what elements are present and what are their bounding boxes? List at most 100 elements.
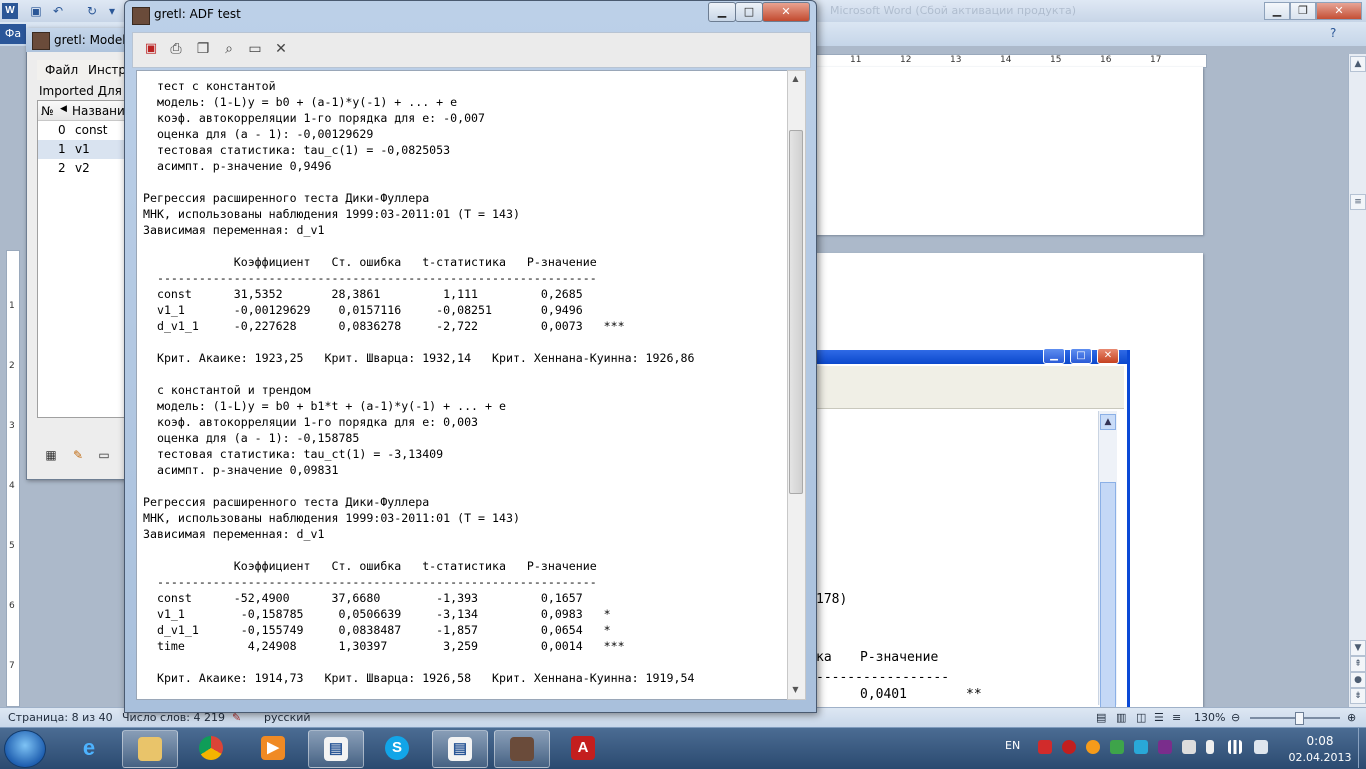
console-icon[interactable]: ▭ [96, 447, 112, 463]
outline-view-icon[interactable]: ☰ [1154, 711, 1164, 724]
embedded-text: ** [966, 687, 982, 702]
edit-script-icon[interactable]: ✎ [70, 447, 86, 463]
word-maximize-button[interactable]: ❐ [1290, 2, 1316, 20]
scroll-thumb[interactable]: ≡ [1350, 194, 1366, 210]
close-icon[interactable]: ✕ [271, 40, 291, 58]
full-screen-reading-icon[interactable]: ▥ [1116, 711, 1126, 724]
close-button[interactable]: ✕ [762, 2, 810, 22]
start-button[interactable] [4, 730, 46, 768]
acrobat-tray-icon[interactable] [1038, 740, 1052, 754]
taskbar-acrobat[interactable]: A [556, 730, 610, 766]
maximize-button[interactable]: □ [735, 2, 763, 22]
network-tray-icon[interactable] [1134, 740, 1148, 754]
flag-tray-icon[interactable] [1182, 740, 1196, 754]
sort-arrow-icon[interactable]: ◀ [60, 104, 67, 114]
security-tray-icon[interactable] [1110, 740, 1124, 754]
embedded-text: 178) [816, 592, 848, 607]
vertical-ruler[interactable]: 1 2 3 4 5 6 7 [6, 250, 20, 707]
taskbar-skype[interactable]: S [370, 730, 424, 766]
word-vertical-scrollbar[interactable] [1348, 54, 1366, 707]
save-icon[interactable]: ▣ [141, 40, 161, 58]
web-layout-icon[interactable]: ◫ [1136, 711, 1146, 724]
redo-icon[interactable]: ↻ [84, 3, 100, 19]
next-page-icon[interactable]: ⇟ [1350, 688, 1366, 704]
opera-tray-icon[interactable] [1062, 740, 1076, 754]
save-icon[interactable]: ▣ [28, 3, 44, 19]
document-icon: ▤ [324, 737, 348, 761]
scroll-down-icon[interactable]: ▼ [1350, 640, 1366, 656]
wifi-signal-icon[interactable] [1228, 740, 1242, 754]
ruler-mark: 12 [900, 55, 912, 65]
word-minimize-button[interactable]: ▁ [1264, 2, 1290, 20]
quick-access-dropdown-icon[interactable]: ▾ [104, 3, 120, 19]
horizontal-ruler[interactable]: 11 12 13 14 15 16 17 [815, 54, 1207, 68]
word-app-icon[interactable]: W [2, 3, 18, 19]
list-item[interactable]: 2 v2 [38, 159, 134, 178]
page-count[interactable]: Страница: 8 из 40 [8, 711, 113, 724]
update-tray-icon[interactable] [1086, 740, 1100, 754]
print-layout-icon[interactable]: ▤ [1096, 711, 1106, 724]
acrobat-icon: A [571, 736, 595, 760]
skype-icon: S [385, 736, 409, 760]
zoom-out-icon[interactable]: ⊖ [1231, 711, 1240, 724]
language-indicator[interactable]: EN [1005, 739, 1020, 752]
taskbar-media-player[interactable]: ▶ [246, 730, 300, 766]
browse-object-icon[interactable]: ● [1350, 672, 1366, 688]
taskbar-explorer[interactable] [122, 730, 178, 768]
clock-date[interactable]: 02.04.2013 [1282, 751, 1358, 764]
scroll-up-icon[interactable]: ▲ [1350, 56, 1366, 72]
embedded-text: ка [816, 650, 832, 665]
list-item[interactable]: 1 v1 [38, 140, 134, 159]
window-list-icon[interactable]: ▭ [245, 40, 265, 58]
menu-file[interactable]: Файл [45, 63, 78, 77]
taskbar-ie[interactable]: e [62, 730, 116, 766]
word-file-tab[interactable]: Фа [0, 24, 26, 44]
ruler-mark: 6 [9, 601, 15, 611]
gretl-main-title: gretl: Modeli [54, 33, 129, 47]
copy-icon[interactable]: ❐ [193, 40, 213, 58]
minimize-button[interactable]: ▁ [708, 2, 736, 22]
ruler-mark: 16 [1100, 55, 1112, 65]
taskbar-word-doc-2[interactable]: ▤ [432, 730, 488, 768]
media-player-icon: ▶ [261, 736, 285, 760]
embedded-maximize-icon: □ [1070, 348, 1092, 364]
taskbar-gretl[interactable] [494, 730, 550, 768]
document-page[interactable] [815, 67, 1203, 235]
volume-icon[interactable] [1254, 740, 1268, 754]
variable-name: const [75, 123, 108, 137]
zoom-level[interactable]: 130% [1194, 711, 1225, 724]
scroll-thumb[interactable] [789, 130, 803, 494]
gretl-main-titlebar[interactable]: gretl: Modeli [26, 28, 133, 52]
embedded-window-toolbar [815, 366, 1124, 409]
embedded-scroll-thumb [1100, 482, 1116, 708]
variable-name: v2 [75, 161, 90, 175]
battery-icon[interactable] [1206, 740, 1214, 754]
scroll-up-icon[interactable]: ▲ [788, 71, 803, 86]
draft-view-icon[interactable]: ≡ [1172, 711, 1181, 724]
ruler-mark: 3 [9, 421, 15, 431]
ruler-mark: 2 [9, 361, 15, 371]
help-icon[interactable]: ? [1330, 26, 1336, 40]
ruler-mark: 14 [1000, 55, 1012, 65]
undo-icon[interactable]: ↶ [50, 3, 66, 19]
clock-time[interactable]: 0:08 [1290, 734, 1350, 748]
taskbar-word-doc-1[interactable]: ▤ [308, 730, 364, 768]
taskbar-chrome[interactable] [184, 730, 238, 766]
zoom-in-icon[interactable]: ⊕ [1347, 711, 1356, 724]
variable-id: 2 [58, 161, 66, 175]
calculator-icon[interactable]: ▦ [43, 447, 59, 463]
print-icon[interactable]: ⎙ [166, 40, 186, 58]
zoom-slider-handle[interactable] [1295, 712, 1304, 725]
adf-output-text[interactable]: тест с константой модель: (1-L)y = b0 + … [136, 70, 789, 700]
variable-list[interactable]: № ◀ Название 0 const 1 v1 2 v2 [37, 100, 135, 418]
show-desktop-button[interactable] [1358, 728, 1366, 768]
list-item[interactable]: 0 const [38, 121, 134, 140]
previous-page-icon[interactable]: ⇞ [1350, 656, 1366, 672]
onenote-tray-icon[interactable] [1158, 740, 1172, 754]
search-icon[interactable]: ⌕ [219, 40, 239, 58]
column-number-header[interactable]: № [41, 104, 53, 118]
word-close-button[interactable]: ✕ [1316, 2, 1362, 20]
scroll-down-icon[interactable]: ▼ [788, 682, 803, 697]
variable-id: 0 [58, 123, 66, 137]
variable-name: v1 [75, 142, 90, 156]
